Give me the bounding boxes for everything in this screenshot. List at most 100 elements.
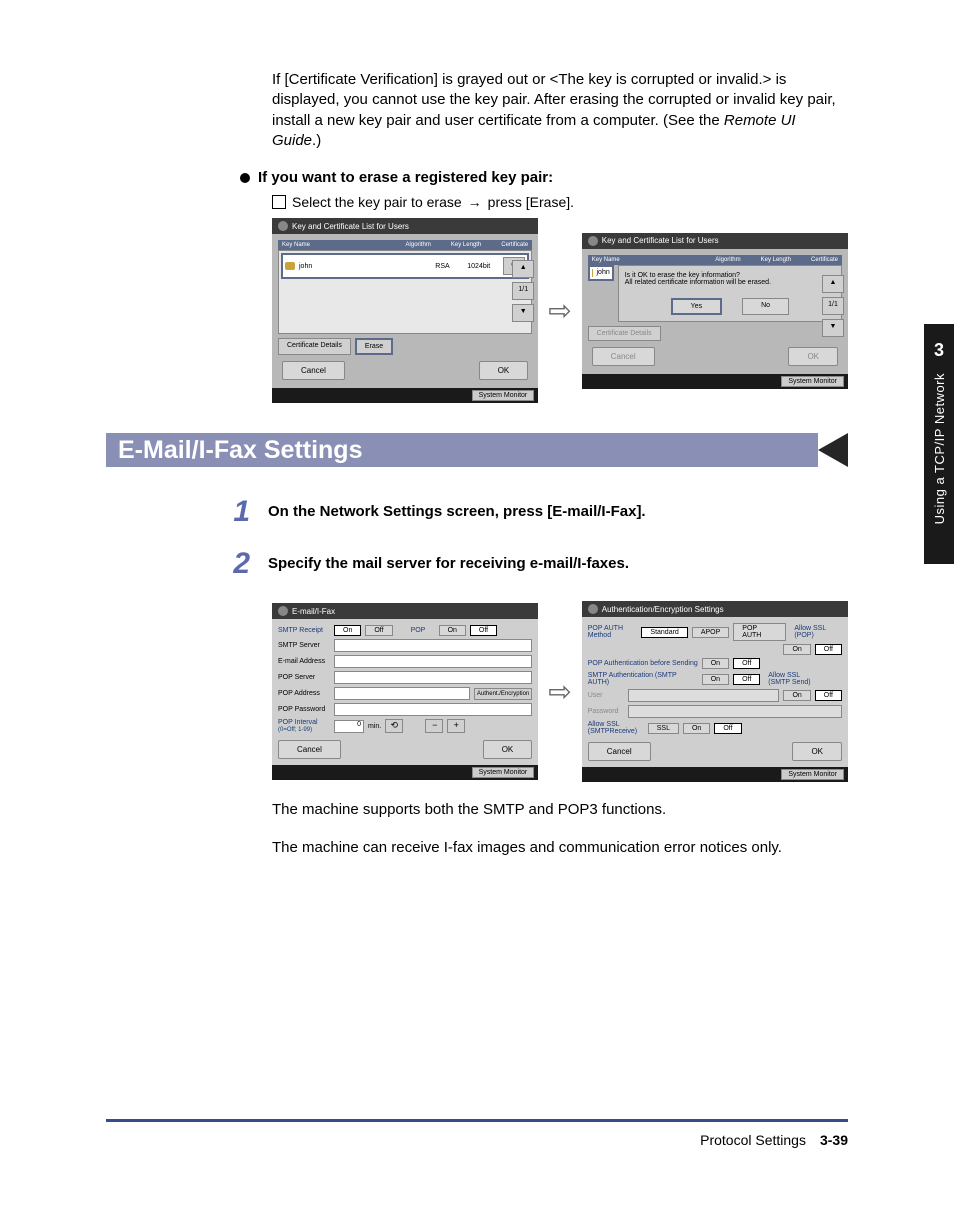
label-smtp-auth: SMTP Authentication (SMTP AUTH) [588,672,698,686]
label-allow-ssl-pop: Allow SSL (POP) [794,625,842,639]
system-monitor-button[interactable]: System Monitor [472,390,535,401]
smtpauth-on-button[interactable]: On [702,674,729,685]
footer-page-number: 3-39 [820,1132,848,1148]
smtp-off-button[interactable]: Off [365,625,392,636]
password-input [628,705,842,718]
step-2: 2 Specify the mail server for receiving … [220,549,848,579]
standard-button[interactable]: Standard [641,627,687,638]
sslpop-off-button[interactable]: Off [815,644,842,655]
key-list: john RSA 1024bit ▭ [278,250,532,334]
screenshot-row-email: E-mail/I-Fax SMTP Receipt On Off POP On … [272,601,848,782]
key-icon [285,262,295,270]
pop-interval-input[interactable]: 0 [334,720,364,733]
pop-on-button[interactable]: On [439,625,466,636]
user-input [628,689,780,702]
sslpop-on-button[interactable]: On [783,644,810,655]
intro-paragraph: If [Certificate Verification] is grayed … [272,70,848,151]
list-header: Key Name Algorithm Key Length Certificat… [278,240,532,250]
screen-title-text: Key and Certificate List for Users [292,222,409,231]
row-algo: RSA [435,263,463,270]
cancel-button[interactable]: Cancel [282,361,345,380]
screen-confirm-title: Key and Certificate List for Users [582,233,848,249]
screen-email-ifax: E-mail/I-Fax SMTP Receipt On Off POP On … [272,603,538,780]
bullet-icon [240,173,250,183]
step-text: On the Network Settings screen, press [E… [268,497,646,520]
screen-keylist: Key and Certificate List for Users Key N… [272,218,538,403]
cert-details-button[interactable]: Certificate Details [278,338,351,355]
sslsend-off-button[interactable]: Off [815,690,842,701]
ok-button[interactable]: OK [792,742,842,761]
sslsend-on-button[interactable]: On [783,690,810,701]
erase-instruction: Select the key pair to erase → press [Er… [272,194,848,210]
ok-button[interactable]: OK [483,740,533,759]
gear-icon [588,604,598,614]
cancel-button[interactable]: Cancel [588,742,651,761]
pop-off-button[interactable]: Off [470,625,497,636]
label-smtp-server: SMTP Server [278,642,330,649]
page-footer: Protocol Settings 3-39 [106,1122,848,1188]
pop-server-input[interactable] [334,671,532,684]
pop-address-input[interactable] [334,687,470,700]
cancel-button[interactable]: Cancel [278,740,341,759]
col-length: Key Length [451,242,481,248]
stepper-plus[interactable]: + [447,719,465,733]
row-len: 1024bit [467,263,499,270]
scroll-up-button[interactable]: ▲ [512,260,534,278]
apop-button[interactable]: APOP [692,627,729,638]
after-p1: The machine supports both the SMTP and P… [272,800,848,820]
list-header: Key Name Algorithm Key Length Certificat… [588,255,842,265]
step-text: Specify the mail server for receiving e-… [268,549,629,572]
stepper-minus[interactable]: − [425,719,443,733]
flow-arrow-icon: ⇨ [548,675,571,708]
smtpauth-off-button[interactable]: Off [733,674,760,685]
ok-button: OK [788,347,838,366]
sslrecv-off-button[interactable]: Off [714,723,741,734]
auth-encryption-button[interactable]: Authent./Encryption [474,688,532,700]
popbefore-on-button[interactable]: On [702,658,729,669]
label-pop-auth: POP AUTH Method [588,625,638,639]
sslrecv-on-button[interactable]: On [683,723,710,734]
system-monitor-button[interactable]: System Monitor [781,376,844,387]
label-email-addr: E-mail Address [278,658,330,665]
scroll-down-button[interactable]: ▼ [512,304,534,322]
erase-heading: If you want to erase a registered key pa… [240,169,848,186]
popauth-button[interactable]: POP AUTH [733,623,786,641]
yes-button[interactable]: Yes [671,298,722,315]
stepper-reset[interactable]: ⟲ [385,719,403,733]
system-monitor-button[interactable]: System Monitor [781,769,844,780]
label-pop-address: POP Address [278,690,330,697]
label-password: Password [588,708,624,715]
arrow-right-icon: → [468,194,482,210]
smtp-on-button[interactable]: On [334,625,361,636]
ssl-button[interactable]: SSL [648,723,679,734]
cert-details-button: Certificate Details [588,326,661,341]
screen-erase-confirm: Key and Certificate List for Users Key N… [582,233,848,389]
pop-password-input[interactable] [334,703,532,716]
system-monitor-button[interactable]: System Monitor [472,767,535,778]
popbefore-off-button[interactable]: Off [733,658,760,669]
confirm-dialog: Is it OK to erase the key information? A… [618,265,842,322]
label-allow-ssl-send: Allow SSL (SMTP Send) [768,672,816,686]
screen-title-text: Authentication/Encryption Settings [602,605,724,614]
page-indicator: 1/1 [822,297,844,315]
smtp-server-input[interactable] [334,639,532,652]
label-pop-password: POP Password [278,706,330,713]
label-user: User [588,692,624,699]
ok-button[interactable]: OK [479,361,529,380]
gear-icon [278,606,288,616]
col-cert: Certificate [811,257,838,263]
email-addr-input[interactable] [334,655,532,668]
checkbox-icon [272,195,286,209]
step-1: 1 On the Network Settings screen, press … [220,497,848,527]
no-button[interactable]: No [742,298,789,315]
screen-keylist-title: Key and Certificate List for Users [272,218,538,234]
col-keyname: Key Name [592,257,696,263]
key-row-selected[interactable]: john RSA 1024bit ▭ [281,253,529,279]
label-min: min. [368,723,381,730]
screen-auth-encryption: Authentication/Encryption Settings POP A… [582,601,848,782]
erase-button[interactable]: Erase [355,338,393,355]
screen-title-text: Key and Certificate List for Users [602,236,719,245]
page-indicator: 1/1 [512,282,534,300]
confirm-msg-1: Is it OK to erase the key information? [625,272,835,279]
scroll-down-button: ▼ [822,319,844,337]
